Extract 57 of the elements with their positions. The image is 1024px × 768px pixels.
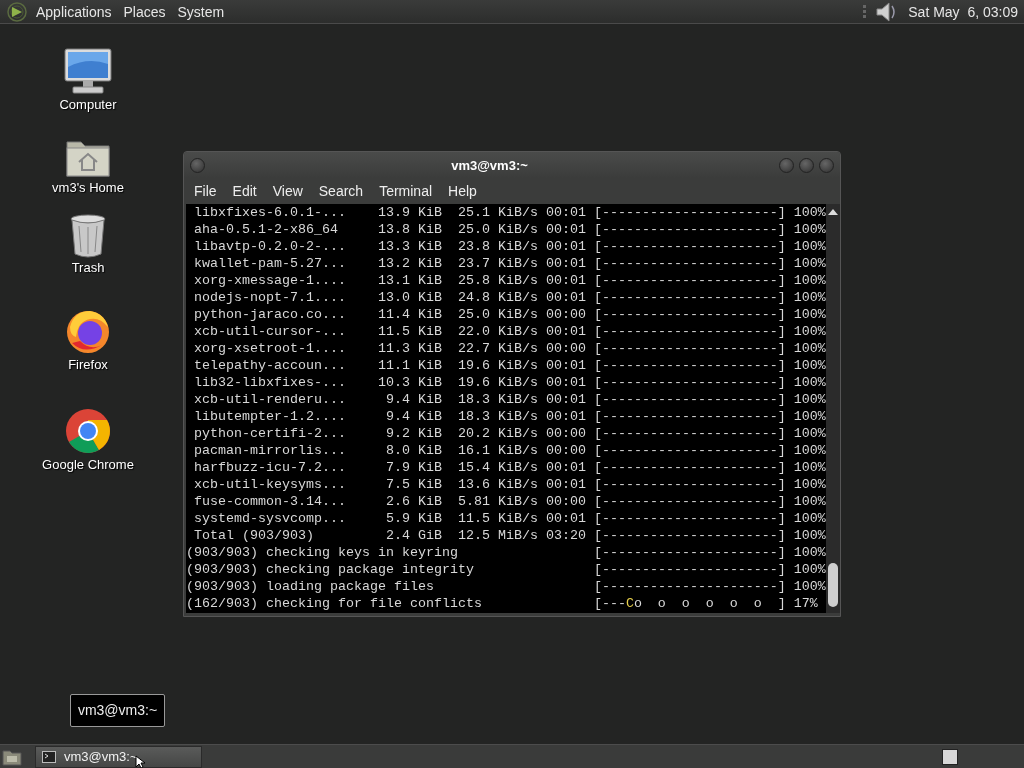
browser-icon (64, 407, 112, 455)
terminal-line: (903/903) loading package files [----------------------] 100% (186, 578, 826, 595)
terminal-line: python-jaraco.co... 11.4 KiB 25.0 KiB/s 00:00 [----------------------] 100% (193, 306, 826, 323)
percent-text: 17% (793, 595, 819, 612)
terminal-line: systemd-sysvcomp... 5.9 KiB 11.5 KiB/s 00:01 [----------------------] 100% (193, 510, 826, 527)
terminal-line: libxfixes-6.0.1-... 13.9 KiB 25.1 KiB/s 00:01 [----------------------] 100% (193, 204, 826, 221)
progress-bar-start: [--- (593, 595, 626, 612)
scroll-up-icon[interactable] (828, 208, 838, 215)
terminal-line: (903/903) checking package integrity [----------------------] 100% (186, 561, 826, 578)
terminal-line: fuse-common-3.14... 2.6 KiB 5.81 KiB/s 00:00 [----------------------] 100% (193, 493, 826, 510)
pacman-glyph: C (625, 595, 634, 612)
tooltip: vm3@vm3:~ (70, 694, 165, 727)
taskbar-button[interactable]: vm3@vm3:~ (35, 745, 202, 768)
desktop-icon-label[interactable]: Trash (71, 260, 105, 275)
terminal-line: nodejs-nopt-7.1.... 13.0 KiB 24.8 KiB/s 00:01 [----------------------] 100% (193, 289, 826, 306)
terminal-line: kwallet-pam-5.27... 13.2 KiB 23.7 KiB/s 00:01 [----------------------] 100% (193, 255, 826, 272)
terminal-line: lib32-libxfixes-... 10.3 KiB 19.6 KiB/s 00:01 [----------------------] 100% (193, 374, 826, 391)
scrollbar[interactable] (826, 204, 840, 613)
menu-item[interactable]: Search (312, 183, 374, 199)
panel-menu[interactable]: Applications (30, 3, 118, 20)
menu-item[interactable]: Help (442, 183, 487, 199)
terminal-line: pacman-mirrorlis... 8.0 KiB 16.1 KiB/s 00:00 [----------------------] 100% (193, 442, 826, 459)
menu-item[interactable]: View (266, 183, 313, 199)
terminal-line: python-certifi-2... 9.2 KiB 20.2 KiB/s 00:00 [----------------------] 100% (193, 425, 826, 442)
terminal-line: xcb-util-renderu... 9.4 KiB 18.3 KiB/s 00:01 [----------------------] 100% (193, 391, 826, 408)
terminal-line: telepathy-accoun... 11.1 KiB 19.6 KiB/s 00:01 [----------------------] 100% (193, 357, 826, 374)
main-menu-icon[interactable] (6, 0, 28, 23)
desktop-icon-label[interactable]: Computer (59, 97, 117, 112)
window-title: vm3@vm3:~ (450, 157, 529, 173)
terminal-line: xorg-xmessage-1.... 13.1 KiB 25.8 KiB/s 00:01 [----------------------] 100% (193, 272, 826, 289)
workspace-switcher[interactable] (942, 748, 958, 765)
terminal-line: libavtp-0.2.0-2-... 13.3 KiB 23.8 KiB/s 00:01 [----------------------] 100% (193, 238, 826, 255)
terminal-line: xcb-util-keysyms... 7.5 KiB 13.6 KiB/s 00:01 [----------------------] 100% (193, 476, 826, 493)
progress-dots: o o o o o o ] (633, 595, 786, 612)
menu-item[interactable]: File (188, 183, 227, 199)
terminal-line: Total (903/903) 2.4 GiB 12.5 MiB/s 03:20 [----------------------] 100% (193, 527, 826, 544)
desktop-icon-label[interactable]: Firefox (68, 357, 108, 372)
panel-menu[interactable]: System (171, 3, 231, 20)
terminal-line: (162/903) checking for file conflicts (186, 595, 483, 612)
scrollbar-thumb[interactable] (828, 563, 838, 607)
terminal-line: harfbuzz-icu-7.2... 7.9 KiB 15.4 KiB/s 00:01 [----------------------] 100% (193, 459, 826, 476)
panel-handle-icon (862, 3, 869, 20)
desktop-icon-label[interactable]: vm3's Home (52, 180, 124, 195)
terminal-icon (42, 750, 56, 763)
terminal-line: aha-0.5.1-2-x86_64 13.8 KiB 25.0 KiB/s 00:01 [----------------------] 100% (193, 221, 826, 238)
terminal-line: xcb-util-cursor-... 11.5 KiB 22.0 KiB/s 00:01 [----------------------] 100% (193, 323, 826, 340)
mouse-cursor-icon (135, 755, 145, 768)
menu-item[interactable]: Edit (226, 183, 267, 199)
terminal-line: xorg-xsetroot-1.... 11.3 KiB 22.7 KiB/s 00:00 [----------------------] 100% (193, 340, 826, 357)
terminal-line: (903/903) checking keys in keyring [----------------------] 100% (186, 544, 826, 561)
trash-icon (68, 212, 108, 258)
desktop-icon-label[interactable]: Google Chrome (42, 457, 134, 472)
panel-menu[interactable]: Places (117, 3, 172, 20)
terminal-line: libutempter-1.2.... 9.4 KiB 18.3 KiB/s 00:01 [----------------------] 100% (193, 408, 826, 425)
clock[interactable]: Sat May 6, 03:09 (904, 3, 1024, 20)
menu-item[interactable]: Terminal (373, 183, 443, 199)
computer-icon (63, 47, 113, 95)
